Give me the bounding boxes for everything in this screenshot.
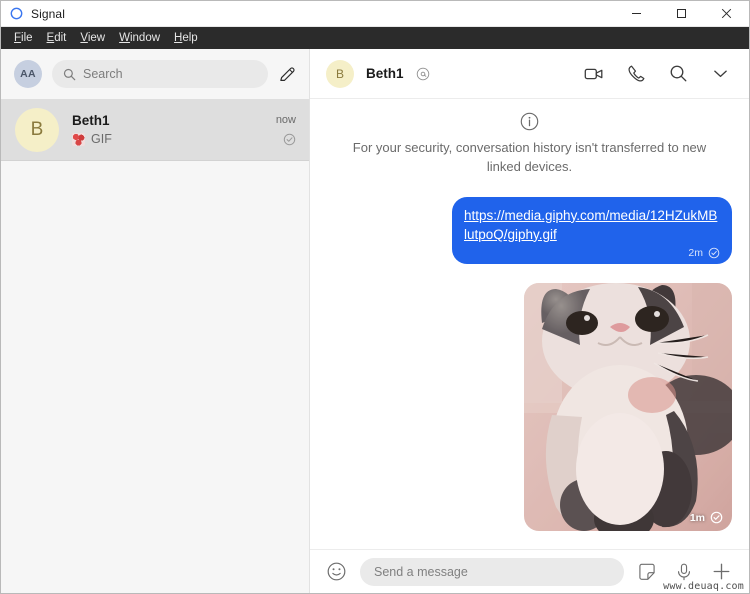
maximize-button[interactable] <box>659 1 704 27</box>
voice-call-icon[interactable] <box>626 63 647 84</box>
message-composer: Send a message <box>310 549 749 593</box>
sidebar-toolbar: AA Search <box>1 49 309 99</box>
gif-thumbnail-icon <box>72 133 85 146</box>
conversation-snippet: GIF <box>72 132 263 146</box>
search-icon[interactable] <box>668 63 689 84</box>
avatar: B <box>15 108 59 152</box>
search-placeholder: Search <box>83 67 123 81</box>
conversation-header: B Beth1 <box>310 49 749 99</box>
avatar[interactable]: B <box>326 60 354 88</box>
page-title[interactable]: Beth1 <box>366 66 404 81</box>
message-timestamp: 1m <box>690 512 705 524</box>
message-timestamp: 2m <box>688 247 703 259</box>
delivered-check-icon <box>283 133 296 146</box>
message-input-placeholder: Send a message <box>374 565 468 579</box>
message-row-outgoing-image: 1m <box>327 274 732 531</box>
conversation-list-item-beth1[interactable]: B Beth1 GIF now <box>1 99 309 161</box>
message-bubble-link[interactable]: https://media.giphy.com/media/12HZukMBlu… <box>452 197 732 264</box>
message-row-outgoing-link: https://media.giphy.com/media/12HZukMBlu… <box>327 197 732 264</box>
message-input[interactable]: Send a message <box>360 558 624 586</box>
message-link[interactable]: https://media.giphy.com/media/12HZukMBlu… <box>464 206 720 244</box>
composer-actions <box>637 561 732 582</box>
sidebar: AA Search <box>1 49 310 593</box>
site-watermark: www.deuaq.com <box>663 581 744 592</box>
conversation-timestamp: now <box>276 114 296 126</box>
at-mention-badge-icon <box>416 67 430 81</box>
conversation-name: Beth1 <box>72 113 263 128</box>
pencil-compose-icon[interactable] <box>278 65 297 84</box>
chevron-down-icon[interactable] <box>710 63 731 84</box>
info-circle-icon <box>347 111 712 132</box>
system-note-text: For your security, conversation history … <box>347 139 712 177</box>
conversation-meta: now <box>276 114 296 146</box>
app-body: AA Search <box>1 49 749 593</box>
close-button[interactable] <box>704 1 749 27</box>
title-bar: Signal <box>1 1 749 27</box>
window-title: Signal <box>31 7 65 21</box>
delivered-check-icon <box>710 511 723 524</box>
search-icon <box>63 68 76 81</box>
plus-attach-icon[interactable] <box>711 561 732 582</box>
system-security-note: For your security, conversation history … <box>327 109 732 187</box>
conversation-list: B Beth1 GIF now <box>1 99 309 593</box>
minimize-button[interactable] <box>614 1 659 27</box>
menu-item-window[interactable]: Window <box>112 30 167 46</box>
sticker-icon[interactable] <box>637 562 657 582</box>
message-list: For your security, conversation history … <box>310 99 749 549</box>
emoji-smiley-icon[interactable] <box>326 561 347 582</box>
menu-bar: File Edit View Window Help <box>1 27 749 49</box>
conversation-text: Beth1 GIF <box>72 113 263 146</box>
signal-logo-icon <box>10 7 23 20</box>
conversation-panel: B Beth1 <box>310 49 749 593</box>
menu-item-file[interactable]: File <box>7 30 40 46</box>
header-actions <box>583 63 731 85</box>
message-meta: 1m <box>690 511 723 524</box>
user-avatar[interactable]: AA <box>14 60 42 88</box>
menu-item-edit[interactable]: Edit <box>40 30 74 46</box>
signal-desktop-window: Signal File Edit View Window Help AA <box>0 0 750 594</box>
delivered-check-icon <box>708 247 720 259</box>
video-call-icon[interactable] <box>583 63 605 85</box>
menu-item-view[interactable]: View <box>73 30 112 46</box>
microphone-icon[interactable] <box>674 562 694 582</box>
message-media-gif[interactable]: 1m <box>524 283 732 531</box>
conversation-snippet-label: GIF <box>91 132 112 146</box>
message-meta: 2m <box>464 247 720 259</box>
menu-item-help[interactable]: Help <box>167 30 205 46</box>
cat-gif-image <box>524 283 732 531</box>
search-input[interactable]: Search <box>52 60 268 88</box>
